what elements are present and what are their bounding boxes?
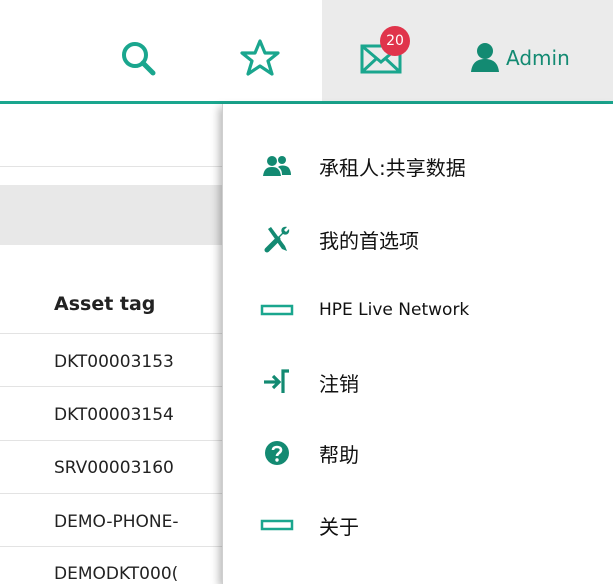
table-cell[interactable]: DKT00003154 (54, 405, 174, 425)
table-divider (0, 546, 225, 547)
top-header: 20 Admin (0, 0, 613, 104)
table-divider (0, 166, 225, 167)
menu-item-label: 注销 (319, 371, 359, 396)
table-divider (0, 386, 225, 387)
table-divider (0, 440, 225, 441)
logout-icon (264, 369, 289, 393)
menu-item-logout[interactable]: 注销 (223, 357, 613, 407)
table-cell[interactable]: SRV00003160 (54, 458, 174, 478)
wrench-screwdriver-icon (264, 226, 290, 253)
table-divider (0, 333, 225, 334)
menu-item-label: 承租人:共享数据 (319, 155, 466, 180)
tenant-users-icon (263, 156, 291, 176)
menu-item-label: HPE Live Network (319, 300, 470, 320)
menu-item-hpe-live-network[interactable]: HPE Live Network (223, 285, 613, 335)
about-icon (260, 519, 294, 531)
live-network-icon (260, 304, 294, 316)
search-icon[interactable] (118, 38, 158, 78)
menu-item-label: 我的首选项 (319, 228, 419, 253)
user-name: Admin (506, 46, 570, 70)
menu-item-about[interactable]: 关于 (223, 500, 613, 550)
user-icon (471, 43, 499, 72)
column-header-asset-tag[interactable]: Asset tag (54, 293, 155, 315)
table-divider (0, 493, 225, 494)
help-icon (265, 441, 289, 465)
star-icon[interactable] (240, 38, 280, 78)
user-dropdown-menu: 承租人:共享数据 我的首选项 HPE Live Network 注销 帮助 关于 (222, 104, 613, 584)
menu-item-label: 关于 (319, 514, 359, 539)
table-cell[interactable]: DEMO-PHONE- (54, 512, 179, 532)
table-cell[interactable]: DEMODKT000( (54, 564, 178, 584)
menu-item-help[interactable]: 帮助 (223, 428, 613, 478)
menu-item-label: 帮助 (319, 442, 359, 467)
notification-count-badge: 20 (380, 26, 410, 56)
menu-item-my-preferences[interactable]: 我的首选项 (223, 214, 613, 264)
table-cell[interactable]: DKT00003153 (54, 352, 174, 372)
table-toolbar-band (0, 185, 225, 245)
user-menu-button[interactable]: Admin (468, 38, 570, 78)
menu-item-tenant-shared-data[interactable]: 承租人:共享数据 (223, 141, 613, 191)
